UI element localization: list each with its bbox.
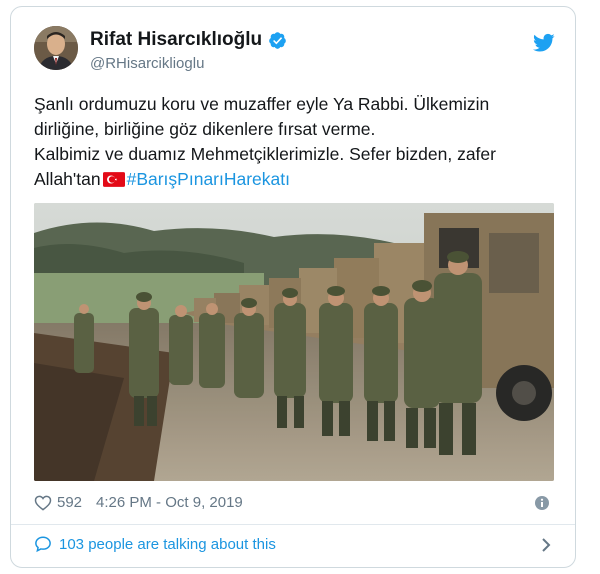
- speech-bubble-icon: [35, 536, 51, 553]
- author-display-name[interactable]: Rifat Hisarcıklıoğlu: [90, 29, 262, 51]
- tweet-photo[interactable]: [34, 203, 554, 481]
- chevron-right-icon[interactable]: [540, 537, 552, 553]
- heart-icon[interactable]: [34, 494, 52, 511]
- author-name-row: Rifat Hisarcıklıoğlu: [90, 29, 287, 51]
- soldiers-photo: [34, 203, 554, 481]
- turkey-flag-icon: [102, 172, 125, 187]
- twitter-bird-icon[interactable]: [533, 33, 555, 53]
- avatar-image: [34, 26, 78, 70]
- info-icon[interactable]: [534, 495, 550, 511]
- hashtag-link[interactable]: #BarışPınarıHarekatı: [127, 169, 290, 189]
- tweet-text-paragraph-2: Kalbimiz ve duamız Mehmetçiklerimizle. S…: [34, 142, 554, 192]
- tweet-text: Şanlı ordumuzu koru ve muzaffer eyle Ya …: [34, 92, 554, 192]
- author-handle[interactable]: @RHisarciklioglu: [90, 55, 204, 72]
- like-count[interactable]: 592: [57, 494, 82, 511]
- tweet-timestamp[interactable]: 4:26 PM - Oct 9, 2019: [96, 494, 243, 511]
- conversation-count-text[interactable]: 103 people are talking about this: [59, 536, 276, 553]
- verified-badge-icon: [269, 31, 286, 49]
- tweet-card: Rifat Hisarcıklıoğlu @RHisarciklioglu Şa…: [10, 6, 576, 568]
- avatar[interactable]: [34, 26, 78, 70]
- divider: [11, 524, 575, 525]
- tweet-meta: 592 4:26 PM - Oct 9, 2019: [34, 494, 243, 511]
- tweet-text-paragraph-1: Şanlı ordumuzu koru ve muzaffer eyle Ya …: [34, 94, 490, 139]
- conversation-link[interactable]: 103 people are talking about this: [34, 535, 276, 553]
